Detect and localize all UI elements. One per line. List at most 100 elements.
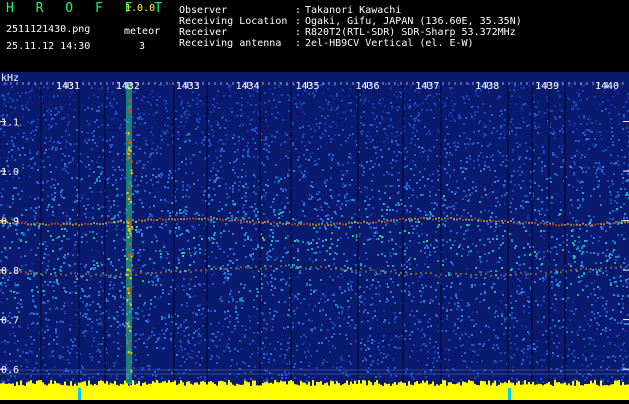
noise-pixel [64,302,66,304]
noise-pixel [332,138,334,140]
noise-pixel [422,194,424,196]
noise-pixel [59,321,61,323]
noise-pixel [449,146,451,148]
noise-pixel [353,115,355,117]
noise-pixel [573,161,575,163]
noise-pixel [626,282,628,284]
noise-pixel [560,201,562,203]
noise-pixel [468,189,470,191]
noise-pixel [484,189,486,191]
noise-pixel [299,127,301,129]
noise-pixel [74,248,76,250]
noise-pixel [429,254,431,256]
noise-pixel [376,116,378,118]
noise-pixel [71,302,73,304]
noise-pixel [418,104,420,106]
noise-pixel [311,181,313,183]
noise-pixel [510,347,512,349]
noise-pixel [32,130,34,132]
noise-pixel [421,344,423,346]
noise-pixel [577,207,579,209]
noise-pixel [479,256,481,258]
noise-pixel [571,157,573,159]
noise-pixel [100,262,102,264]
noise-pixel [578,95,580,97]
noise-pixel [287,94,289,96]
noise-pixel [469,138,471,140]
noise-pixel [436,139,438,141]
noise-pixel [241,169,243,171]
noise-pixel [208,120,210,122]
noise-pixel [587,129,589,131]
noise-pixel [596,131,598,133]
noise-pixel [522,381,524,383]
noise-pixel [137,307,139,309]
noise-pixel [152,268,154,270]
noise-pixel [208,139,210,141]
noise-pixel [109,144,111,146]
noise-pixel [56,113,58,115]
noise-pixel [17,92,19,94]
noise-pixel [415,117,417,119]
noise-pixel [29,270,31,272]
noise-pixel [400,96,402,98]
noise-pixel [185,213,187,215]
noise-pixel [423,300,425,302]
noise-pixel [66,221,68,223]
noise-pixel [481,145,483,147]
noise-pixel [597,297,599,299]
noise-pixel [341,292,343,294]
noise-pixel [269,235,271,237]
noise-pixel [536,114,538,116]
noise-pixel [7,157,9,159]
noise-pixel [11,241,13,243]
noise-pixel [346,170,348,172]
noise-pixel [595,144,597,146]
noise-pixel [46,110,48,112]
noise-pixel [315,183,317,185]
noise-pixel [211,251,213,253]
noise-pixel [395,204,397,206]
noise-pixel [45,149,47,151]
noise-pixel [378,190,380,192]
noise-pixel [460,226,462,228]
noise-pixel [288,110,290,112]
noise-pixel [89,231,91,233]
noise-pixel [241,113,243,115]
noise-pixel [382,270,384,272]
noise-pixel [322,108,324,110]
noise-pixel [330,167,332,169]
noise-pixel [122,313,124,315]
noise-pixel [24,234,26,236]
noise-pixel [543,152,545,154]
noise-pixel [91,249,93,251]
noise-pixel [16,292,18,294]
noise-pixel [88,97,90,99]
noise-pixel [137,117,139,119]
noise-pixel [572,125,574,127]
noise-pixel [511,312,513,314]
noise-pixel [324,123,326,125]
noise-pixel [434,103,436,105]
noise-pixel [297,298,299,300]
noise-pixel [451,154,453,156]
noise-pixel [31,289,33,291]
noise-pixel [101,105,103,107]
noise-pixel [426,256,428,258]
noise-pixel [467,229,469,231]
noise-pixel [63,305,65,307]
noise-pixel [51,178,53,180]
noise-pixel [370,136,372,138]
noise-pixel [309,153,311,155]
noise-pixel [488,339,490,341]
noise-pixel [309,194,311,196]
noise-pixel [614,360,616,362]
noise-pixel [472,311,474,313]
noise-pixel [150,214,152,216]
noise-pixel [375,376,377,378]
noise-pixel [590,337,592,339]
noise-pixel [282,190,284,192]
noise-pixel [58,111,60,113]
noise-pixel [170,127,172,129]
noise-pixel [224,318,226,320]
